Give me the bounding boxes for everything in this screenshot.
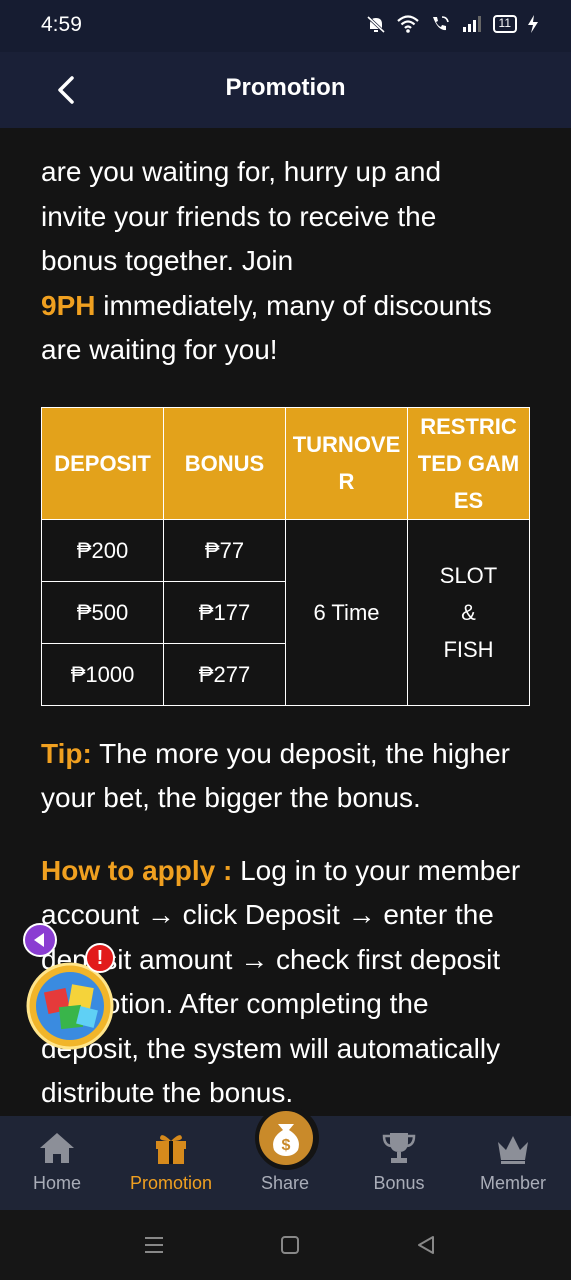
trophy-icon [382, 1133, 416, 1163]
deposit-cell: ₱1000 [41, 642, 164, 706]
call-icon [432, 16, 449, 31]
apply-text: How to apply : Log in to your member acc… [41, 849, 531, 1116]
nav-home[interactable]: Home [0, 1116, 114, 1210]
intro-line: immediately, many of discounts [95, 289, 492, 321]
nav-label: Home [32, 1173, 81, 1193]
mute-icon [366, 15, 385, 34]
nav-label: Member [479, 1173, 546, 1193]
nav-label: Share [260, 1173, 310, 1193]
crown-icon [498, 1136, 528, 1164]
clipped-line [41, 128, 531, 150]
nav-bonus[interactable]: Bonus [342, 1116, 456, 1210]
money-bag-icon[interactable]: $ [258, 1110, 314, 1166]
table-header-row: DEPOSIT BONUS TURNOVER RESTRICTED GAMES [41, 406, 530, 520]
tip-body: The more you deposit, the higher your be… [41, 737, 510, 814]
status-bar: 4:59 11 [0, 0, 571, 52]
restricted-line: FISH [443, 636, 494, 662]
bonus-cell: ₱277 [163, 642, 286, 706]
arrow-left-icon[interactable] [23, 923, 57, 957]
menu-icon[interactable] [141, 1232, 167, 1258]
header-restricted-games: RESTRICTED GAMES [407, 406, 530, 520]
tip-text: Tip: The more you deposit, the higher yo… [41, 732, 531, 821]
promotion-table: DEPOSIT BONUS TURNOVER RESTRICTED GAMES … [41, 406, 530, 706]
restricted-line: SLOT [439, 562, 498, 588]
app-header: Promotion [0, 52, 571, 128]
nav-promotion[interactable]: Promotion [114, 1116, 228, 1210]
table-row: ₱200 ₱77 6 Time SLOT & FISH [41, 518, 530, 706]
tip-label: Tip: [41, 737, 92, 769]
battery-icon: 11 [492, 15, 517, 33]
brand-name: 9PH [41, 289, 96, 321]
nav-member[interactable]: Member [456, 1116, 570, 1210]
wifi-icon [396, 15, 419, 33]
intro-line: invite your friends to receive the [41, 200, 437, 232]
apply-label: How to apply : [41, 854, 233, 886]
intro-text: are you waiting for, hurry up and invite… [41, 150, 531, 373]
back-triangle-icon[interactable] [413, 1232, 439, 1258]
deposit-cell: ₱500 [41, 580, 164, 644]
svg-text:$: $ [282, 1137, 291, 1154]
intro-line: bonus together. Join [41, 245, 294, 276]
status-icons: 11 [365, 14, 539, 34]
intro-line: are waiting for you! [41, 334, 278, 365]
home-square-icon[interactable] [277, 1232, 303, 1258]
promotion-body: are you waiting for, hurry up and invite… [41, 128, 531, 1116]
deposit-cell: ₱200 [41, 518, 164, 582]
nav-label: Promotion [129, 1173, 213, 1193]
notification-badge: ! [85, 943, 115, 973]
turnover-cell: 6 Time [285, 518, 408, 706]
header-deposit: DEPOSIT [41, 406, 164, 520]
arrow-left-glyph [34, 933, 44, 947]
gift-box-icon[interactable] [26, 962, 114, 1050]
home-icon [40, 1133, 74, 1163]
bonus-cell: ₱177 [163, 580, 286, 644]
restricted-line: & [461, 599, 476, 625]
system-nav-bar [0, 1210, 571, 1280]
page-title: Promotion [225, 74, 346, 101]
status-time: 4:59 [41, 13, 82, 36]
header-bonus: BONUS [163, 406, 286, 520]
gift-icon [156, 1135, 186, 1164]
intro-line: are you waiting for, hurry up and [41, 156, 442, 187]
nav-label: Bonus [373, 1173, 425, 1193]
charging-icon [528, 15, 538, 33]
bonus-cell: ₱77 [163, 518, 286, 582]
signal-icon [462, 16, 481, 32]
header-turnover: TURNOVER [285, 406, 408, 520]
restricted-games-cell: SLOT & FISH [407, 518, 530, 706]
